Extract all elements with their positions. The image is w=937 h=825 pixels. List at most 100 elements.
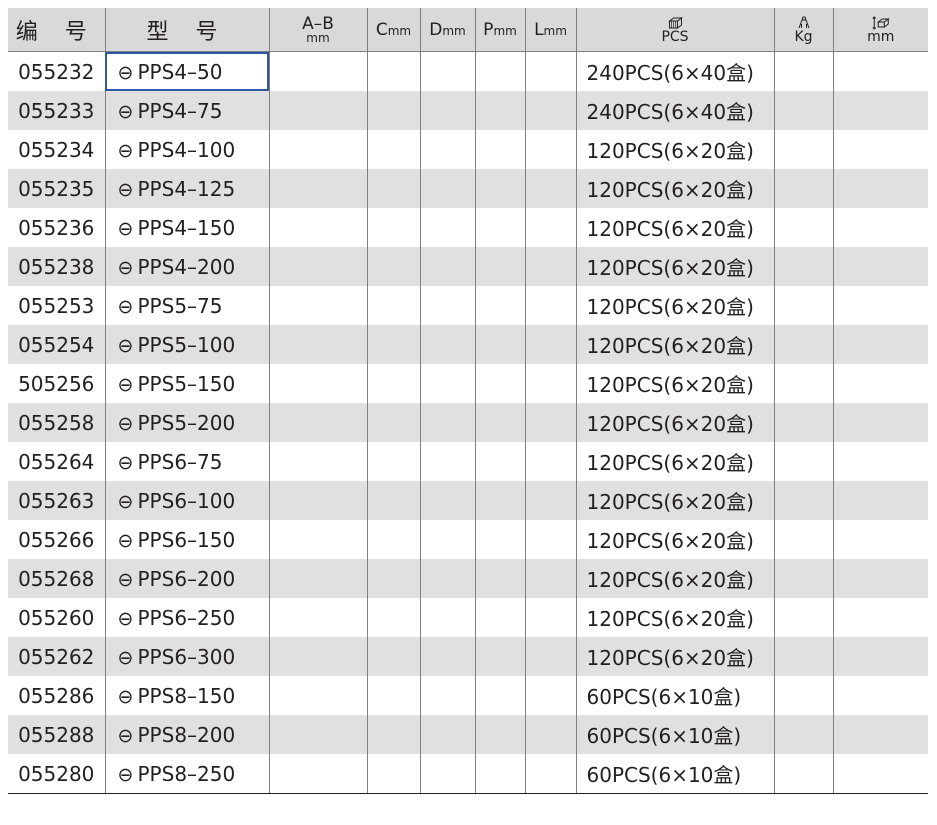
cell-code[interactable]: 055233 [8, 91, 105, 130]
cell-weight[interactable] [773, 364, 833, 403]
cell-c[interactable] [366, 130, 420, 169]
cell-d[interactable] [419, 91, 475, 130]
cell-size[interactable] [832, 51, 928, 91]
cell-pack[interactable]: 120PCS(6×20盒) [575, 208, 774, 247]
cell-d[interactable] [419, 364, 475, 403]
cell-d[interactable] [419, 637, 475, 676]
cell-model[interactable]: ⊖ PPS6–200 [104, 559, 269, 598]
cell-l[interactable] [524, 754, 576, 794]
cell-size[interactable] [832, 754, 928, 794]
cell-c[interactable] [366, 169, 420, 208]
cell-ab[interactable] [268, 208, 367, 247]
cell-c[interactable] [366, 676, 420, 715]
cell-ab[interactable] [268, 559, 367, 598]
cell-l[interactable] [524, 208, 576, 247]
cell-ab[interactable] [268, 481, 367, 520]
cell-p[interactable] [474, 715, 525, 754]
cell-weight[interactable] [773, 208, 833, 247]
cell-l[interactable] [524, 91, 576, 130]
cell-model[interactable]: ⊖ PPS5–150 [104, 364, 269, 403]
cell-c[interactable] [366, 481, 420, 520]
cell-pack[interactable]: 120PCS(6×20盒) [575, 481, 774, 520]
cell-size[interactable] [832, 364, 928, 403]
cell-ab[interactable] [268, 91, 367, 130]
cell-c[interactable] [366, 403, 420, 442]
cell-d[interactable] [419, 247, 475, 286]
cell-pack[interactable]: 240PCS(6×40盒) [575, 91, 774, 130]
cell-d[interactable] [419, 169, 475, 208]
cell-model[interactable]: ⊖ PPS4–200 [104, 247, 269, 286]
cell-l[interactable] [524, 481, 576, 520]
cell-size[interactable] [832, 442, 928, 481]
cell-p[interactable] [474, 208, 525, 247]
cell-p[interactable] [474, 91, 525, 130]
cell-code[interactable]: 055288 [8, 715, 105, 754]
cell-model[interactable]: ⊖ PPS8–200 [104, 715, 269, 754]
cell-c[interactable] [366, 754, 420, 794]
cell-ab[interactable] [268, 325, 367, 364]
cell-ab[interactable] [268, 442, 367, 481]
cell-p[interactable] [474, 520, 525, 559]
cell-model[interactable]: ⊖ PPS5–75 [104, 286, 269, 325]
cell-c[interactable] [366, 442, 420, 481]
cell-code[interactable]: 055235 [8, 169, 105, 208]
cell-code[interactable]: 055280 [8, 754, 105, 794]
cell-d[interactable] [419, 442, 475, 481]
cell-l[interactable] [524, 169, 576, 208]
cell-p[interactable] [474, 442, 525, 481]
cell-code[interactable]: 055232 [8, 52, 105, 92]
cell-size[interactable] [832, 598, 928, 637]
cell-size[interactable] [832, 520, 928, 559]
cell-code[interactable]: 055236 [8, 208, 105, 247]
cell-code[interactable]: 055286 [8, 676, 105, 715]
cell-pack[interactable]: 120PCS(6×20盒) [575, 247, 774, 286]
cell-pack[interactable]: 120PCS(6×20盒) [575, 403, 774, 442]
cell-code[interactable]: 055263 [8, 481, 105, 520]
cell-model[interactable]: ⊖ PPS8–150 [104, 676, 269, 715]
cell-d[interactable] [419, 208, 475, 247]
cell-pack[interactable]: 120PCS(6×20盒) [575, 559, 774, 598]
cell-p[interactable] [474, 481, 525, 520]
cell-size[interactable] [832, 130, 928, 169]
cell-model[interactable]: ⊖ PPS6–150 [104, 520, 269, 559]
cell-pack[interactable]: 60PCS(6×10盒) [575, 676, 774, 715]
cell-l[interactable] [524, 247, 576, 286]
cell-weight[interactable] [773, 559, 833, 598]
cell-ab[interactable] [268, 51, 367, 91]
cell-d[interactable] [419, 130, 475, 169]
cell-size[interactable] [832, 169, 928, 208]
cell-l[interactable] [524, 715, 576, 754]
cell-l[interactable] [524, 286, 576, 325]
cell-p[interactable] [474, 51, 525, 91]
cell-weight[interactable] [773, 130, 833, 169]
cell-code[interactable]: 055238 [8, 247, 105, 286]
cell-weight[interactable] [773, 637, 833, 676]
cell-c[interactable] [366, 637, 420, 676]
cell-d[interactable] [419, 754, 475, 794]
cell-model[interactable]: ⊖ PPS6–300 [104, 637, 269, 676]
cell-l[interactable] [524, 51, 576, 91]
cell-p[interactable] [474, 364, 525, 403]
cell-l[interactable] [524, 364, 576, 403]
cell-ab[interactable] [268, 130, 367, 169]
cell-weight[interactable] [773, 481, 833, 520]
cell-model[interactable]: ⊖ PPS4–125 [104, 169, 269, 208]
cell-p[interactable] [474, 130, 525, 169]
cell-weight[interactable] [773, 169, 833, 208]
cell-model[interactable]: ⊖ PPS6–250 [104, 598, 269, 637]
cell-weight[interactable] [773, 403, 833, 442]
cell-c[interactable] [366, 51, 420, 91]
cell-code[interactable]: 505256 [8, 364, 105, 403]
cell-weight[interactable] [773, 754, 833, 794]
cell-code[interactable]: 055253 [8, 286, 105, 325]
cell-weight[interactable] [773, 520, 833, 559]
cell-size[interactable] [832, 481, 928, 520]
cell-pack[interactable]: 60PCS(6×10盒) [575, 715, 774, 754]
cell-l[interactable] [524, 442, 576, 481]
cell-p[interactable] [474, 676, 525, 715]
cell-size[interactable] [832, 559, 928, 598]
cell-model[interactable]: ⊖ PPS6–100 [104, 481, 269, 520]
cell-l[interactable] [524, 130, 576, 169]
cell-model[interactable]: ⊖ PPS5–100 [104, 325, 269, 364]
cell-ab[interactable] [268, 364, 367, 403]
